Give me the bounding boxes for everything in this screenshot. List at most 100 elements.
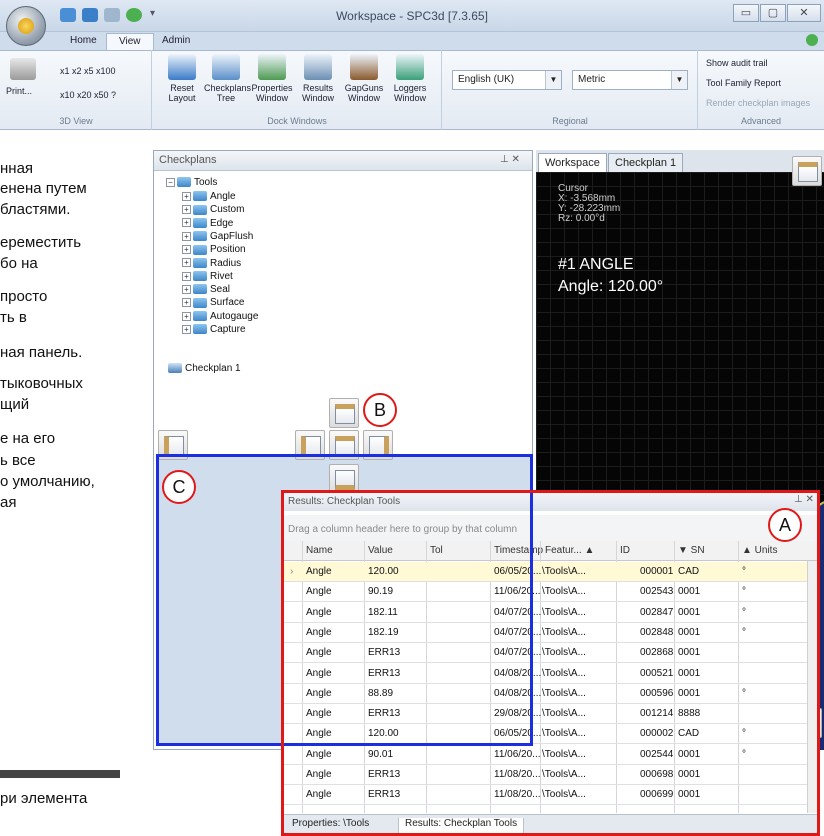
tab-workspace[interactable]: Workspace [538,153,607,172]
document-text-line: ть в [0,309,27,326]
compass-right-glyph [369,436,389,456]
group-label-dock-windows: Dock Windows [267,116,327,126]
tree-item-position[interactable]: + Position [182,243,246,257]
compass-top-icon[interactable] [329,398,359,428]
tree-item-edge[interactable]: + Edge [182,217,233,231]
dock-top-glyph [798,162,818,182]
dock-top-icon[interactable] [792,156,822,186]
window-icon [396,54,424,80]
close-button[interactable]: ✕ [787,4,821,22]
render-checkplan-images-button[interactable]: Render checkplan images [706,98,810,108]
app-menu-button[interactable] [6,6,46,46]
dock-window-label: Checkplans Tree [204,83,252,103]
tree-item-autogauge[interactable]: + Autogauge [182,310,258,324]
show-audit-trail-button[interactable]: Show audit trail [706,58,768,68]
dock-window-button-5[interactable]: Loggers Window [388,54,432,103]
folder-icon [193,204,207,215]
help-icon[interactable] [806,34,818,46]
expand-icon[interactable]: + [182,324,191,334]
tab-home[interactable]: Home [58,33,109,50]
folder-icon [193,297,207,308]
group-label-3d-view: 3D View [59,116,93,126]
window-title: Workspace - SPC3d [7.3.65] [336,9,488,23]
tree-item-tools[interactable]: − Tools [166,176,217,190]
expand-icon[interactable]: + [182,284,191,294]
tree-item-label: Capture [210,324,246,335]
tree-item-label: Surface [210,297,245,309]
expand-icon[interactable]: + [182,191,191,201]
expand-icon[interactable]: + [182,311,191,321]
callout-a: A [768,508,802,542]
tree-item-label: Checkplan 1 [185,363,241,374]
expand-icon[interactable]: + [182,298,191,308]
compass-top-glyph [335,404,355,424]
units-select[interactable]: Metric ▼ [572,70,688,90]
chevron-down-icon: ▼ [545,71,561,89]
dock-window-label: Reset Layout [168,83,196,103]
tree-item-label: Position [210,244,246,256]
language-select[interactable]: English (UK) ▼ [452,70,562,90]
checkplans-header: Checkplans [154,151,532,171]
tree-item-checkplan-1[interactable]: Checkplan 1 [168,362,241,376]
dock-window-button-1[interactable]: Checkplans Tree [204,54,252,103]
pin-close-icon[interactable]: ⊥ ✕ [500,154,520,165]
maximize-button[interactable]: ▢ [760,4,786,22]
expand-icon[interactable]: + [182,218,191,228]
dock-left-glyph [164,436,184,456]
print-button[interactable]: Print... [6,86,32,96]
tree-item-capture[interactable]: + Capture [182,323,246,337]
expand-icon[interactable]: + [182,258,191,268]
dock-window-button-4[interactable]: GapGuns Window [342,54,386,103]
tree-item-rivet[interactable]: + Rivet [182,270,233,284]
dock-window-button-0[interactable]: Reset Layout [160,54,204,103]
tab-admin[interactable]: Admin [150,33,202,50]
document-text-line: бластями. [0,201,71,218]
tree-item-label: GapFlush [210,230,254,242]
folder-icon [193,244,207,255]
zoom-row-2[interactable]: x10 x20 x50 ? [60,90,116,100]
expand-icon[interactable]: + [182,231,191,241]
tree-item-angle[interactable]: + Angle [182,190,236,204]
window-icon [258,54,286,80]
document-text-line: тыковочных [0,375,83,392]
folder-icon [193,311,207,322]
tree-item-radius[interactable]: + Radius [182,257,241,271]
red-highlight-box [281,490,820,836]
zoom-row-1[interactable]: x1 x2 x5 x100 [60,66,116,76]
folder-icon [193,191,207,202]
dock-window-button-3[interactable]: Results Window [296,54,340,103]
window-icon [168,54,196,80]
tab-view[interactable]: View [106,33,154,50]
tab-checkplan-1[interactable]: Checkplan 1 [608,153,684,172]
window-icon [350,54,378,80]
folder-icon [177,177,191,188]
expand-icon[interactable]: + [182,245,191,255]
compass-left-glyph [301,436,321,456]
minimize-button[interactable]: ▭ [733,4,759,22]
dock-window-label: Loggers Window [393,83,427,103]
tree-item-label: Radius [210,257,242,269]
tree-item-label: Custom [210,204,245,216]
document-text-line: ная панель. [0,344,83,361]
tree-item-custom[interactable]: + Custom [182,203,244,217]
document-text-line: бо на [0,255,38,272]
group-label-advanced: Advanced [740,116,782,126]
collapse-icon[interactable]: − [166,177,175,187]
dock-window-label: GapGuns Window [344,83,384,103]
expand-icon[interactable]: + [182,205,191,215]
document-rule [0,770,120,778]
tree-item-surface[interactable]: + Surface [182,296,244,310]
document-text-line: о умолчанию, [0,473,95,490]
chevron-down-icon: ▼ [671,71,687,89]
tree-item-label: Tools [194,177,218,188]
folder-icon [193,217,207,228]
dock-window-button-2[interactable]: Properties Window [250,54,294,103]
expand-icon[interactable]: + [182,271,191,281]
tree-item-seal[interactable]: + Seal [182,283,230,297]
checkplan-icon [168,363,182,374]
window-icon [304,54,332,80]
units-value: Metric [578,74,606,85]
tool-family-report-button[interactable]: Tool Family Report [706,78,781,88]
tree-item-gapflush[interactable]: + GapFlush [182,230,253,244]
dock-window-label: Properties Window [251,83,293,103]
